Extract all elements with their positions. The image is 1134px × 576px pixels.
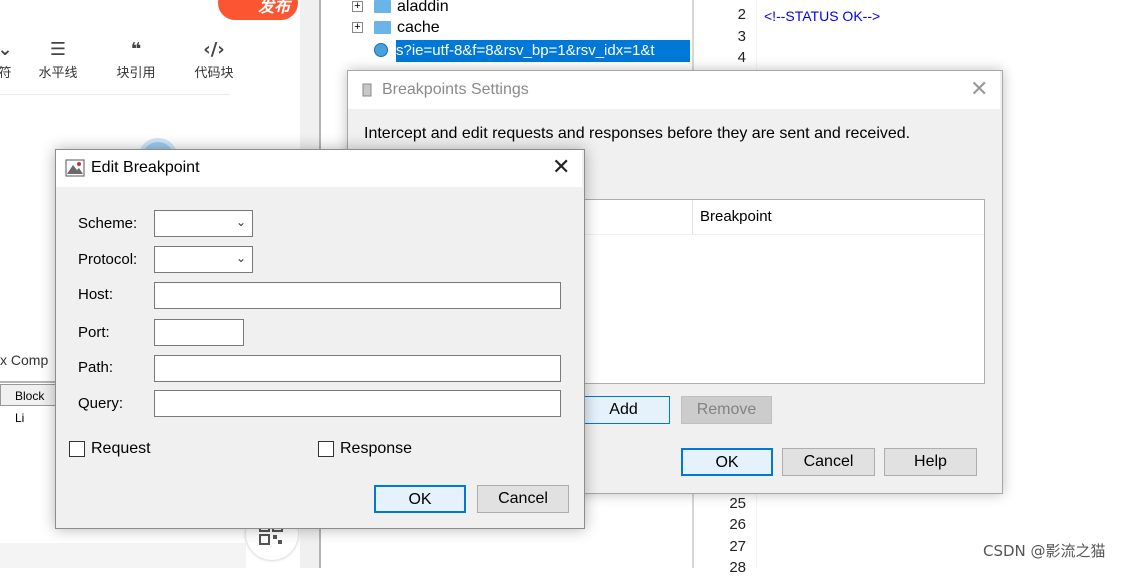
scheme-label: Scheme: bbox=[78, 215, 138, 232]
watermark: CSDN @影流之猫 bbox=[983, 542, 1106, 560]
folder-icon bbox=[374, 21, 391, 34]
request-checkbox[interactable] bbox=[69, 441, 85, 457]
dialog-titlebar[interactable]: Breakpoints Settings ✕ bbox=[348, 71, 1000, 109]
help-button[interactable]: Help bbox=[884, 448, 977, 476]
app-icon bbox=[362, 83, 372, 97]
dialog-titlebar[interactable]: Edit Breakpoint ✕ bbox=[56, 150, 582, 187]
cancel-button[interactable]: Cancel bbox=[782, 448, 875, 476]
toolbar-code-block[interactable]: ‹/› 代码块 bbox=[186, 38, 242, 81]
query-field[interactable] bbox=[154, 390, 561, 417]
line-number: 2 bbox=[737, 6, 746, 23]
code-line-status: <!--STATUS OK--> bbox=[764, 8, 881, 24]
line-number: 25 bbox=[729, 495, 746, 512]
toolbar-horizontal-rule[interactable]: ☰ 水平线 bbox=[30, 38, 86, 81]
tree-item-label: aladdin bbox=[397, 0, 449, 15]
toolbar-label: 块引用 bbox=[116, 66, 156, 81]
line-number: 26 bbox=[729, 516, 746, 533]
port-field[interactable] bbox=[154, 319, 244, 346]
response-label[interactable]: Response bbox=[340, 440, 412, 458]
query-label: Query: bbox=[78, 395, 124, 412]
response-checkbox[interactable] bbox=[318, 441, 334, 457]
line-number: 3 bbox=[737, 28, 746, 45]
app-icon bbox=[65, 159, 85, 177]
remove-button[interactable]: Remove bbox=[681, 396, 772, 424]
tab-block-list[interactable]: Block Li bbox=[0, 384, 58, 425]
host-field[interactable] bbox=[154, 282, 561, 309]
header-divider bbox=[579, 234, 984, 235]
path-field[interactable] bbox=[154, 355, 561, 382]
toolbar-divider bbox=[0, 94, 230, 95]
toolbar-label: 水平线 bbox=[38, 66, 78, 81]
line-number: 27 bbox=[729, 538, 746, 555]
dialog-title: Breakpoints Settings bbox=[382, 81, 529, 98]
ok-button[interactable]: OK bbox=[681, 448, 773, 476]
close-icon[interactable]: ✕ bbox=[970, 77, 988, 102]
ok-button[interactable]: OK bbox=[374, 485, 466, 513]
expand-icon[interactable]: + bbox=[352, 1, 363, 12]
column-divider[interactable] bbox=[692, 200, 693, 234]
folder-icon bbox=[374, 0, 391, 13]
expand-icon[interactable]: + bbox=[352, 22, 363, 33]
publish-button[interactable]: 发布 bbox=[218, 0, 298, 20]
close-icon[interactable]: ✕ bbox=[552, 155, 570, 180]
toolbar-label: 符 bbox=[0, 66, 12, 81]
host-label: Host: bbox=[78, 286, 114, 303]
tree-item-selected[interactable]: s?ie=utf-8&f=8&rsv_bp=1&rsv_idx=1&t bbox=[396, 40, 690, 62]
code-block-icon: ‹/› bbox=[203, 39, 225, 60]
dialog-description: Intercept and edit requests and response… bbox=[364, 125, 911, 142]
blockquote-icon: ❝ bbox=[130, 39, 142, 60]
chevron-down-icon: ⌄ bbox=[235, 215, 246, 229]
line-number: 4 bbox=[737, 49, 746, 66]
web-page-icon bbox=[374, 43, 388, 57]
add-button[interactable]: Add bbox=[577, 396, 670, 424]
toolbar-blockquote[interactable]: ❝ 块引用 bbox=[108, 38, 164, 81]
horizontal-rule-icon: ☰ bbox=[49, 39, 67, 60]
column-header-breakpoint[interactable]: Breakpoint bbox=[700, 208, 772, 225]
protocol-select[interactable]: ⌄ bbox=[154, 246, 253, 273]
toolbar-item-prev[interactable]: ⌄ 符 bbox=[0, 38, 20, 81]
edit-breakpoint-dialog: Edit Breakpoint ✕ Scheme: ⌄ Protocol: ⌄ … bbox=[55, 149, 585, 529]
chevron-down-icon: ⌄ bbox=[235, 251, 246, 265]
breakpoint-list[interactable]: Breakpoint bbox=[578, 199, 985, 384]
chevron-down-icon: ⌄ bbox=[0, 39, 13, 60]
path-label: Path: bbox=[78, 359, 114, 376]
request-label[interactable]: Request bbox=[91, 440, 151, 458]
tree-item-aladdin[interactable]: + aladdin bbox=[352, 0, 652, 17]
scheme-select[interactable]: ⌄ bbox=[154, 210, 253, 237]
cancel-button[interactable]: Cancel bbox=[477, 485, 569, 513]
tree-item-cache[interactable]: + cache bbox=[352, 18, 652, 38]
comp-label: x Comp bbox=[0, 352, 49, 368]
tree-item-label: cache bbox=[397, 19, 440, 36]
port-label: Port: bbox=[78, 324, 110, 341]
dialog-title: Edit Breakpoint bbox=[91, 159, 200, 176]
protocol-label: Protocol: bbox=[78, 251, 138, 268]
footer-bar bbox=[0, 543, 246, 568]
toolbar-label: 代码块 bbox=[194, 66, 234, 81]
tab-divider bbox=[0, 381, 60, 383]
